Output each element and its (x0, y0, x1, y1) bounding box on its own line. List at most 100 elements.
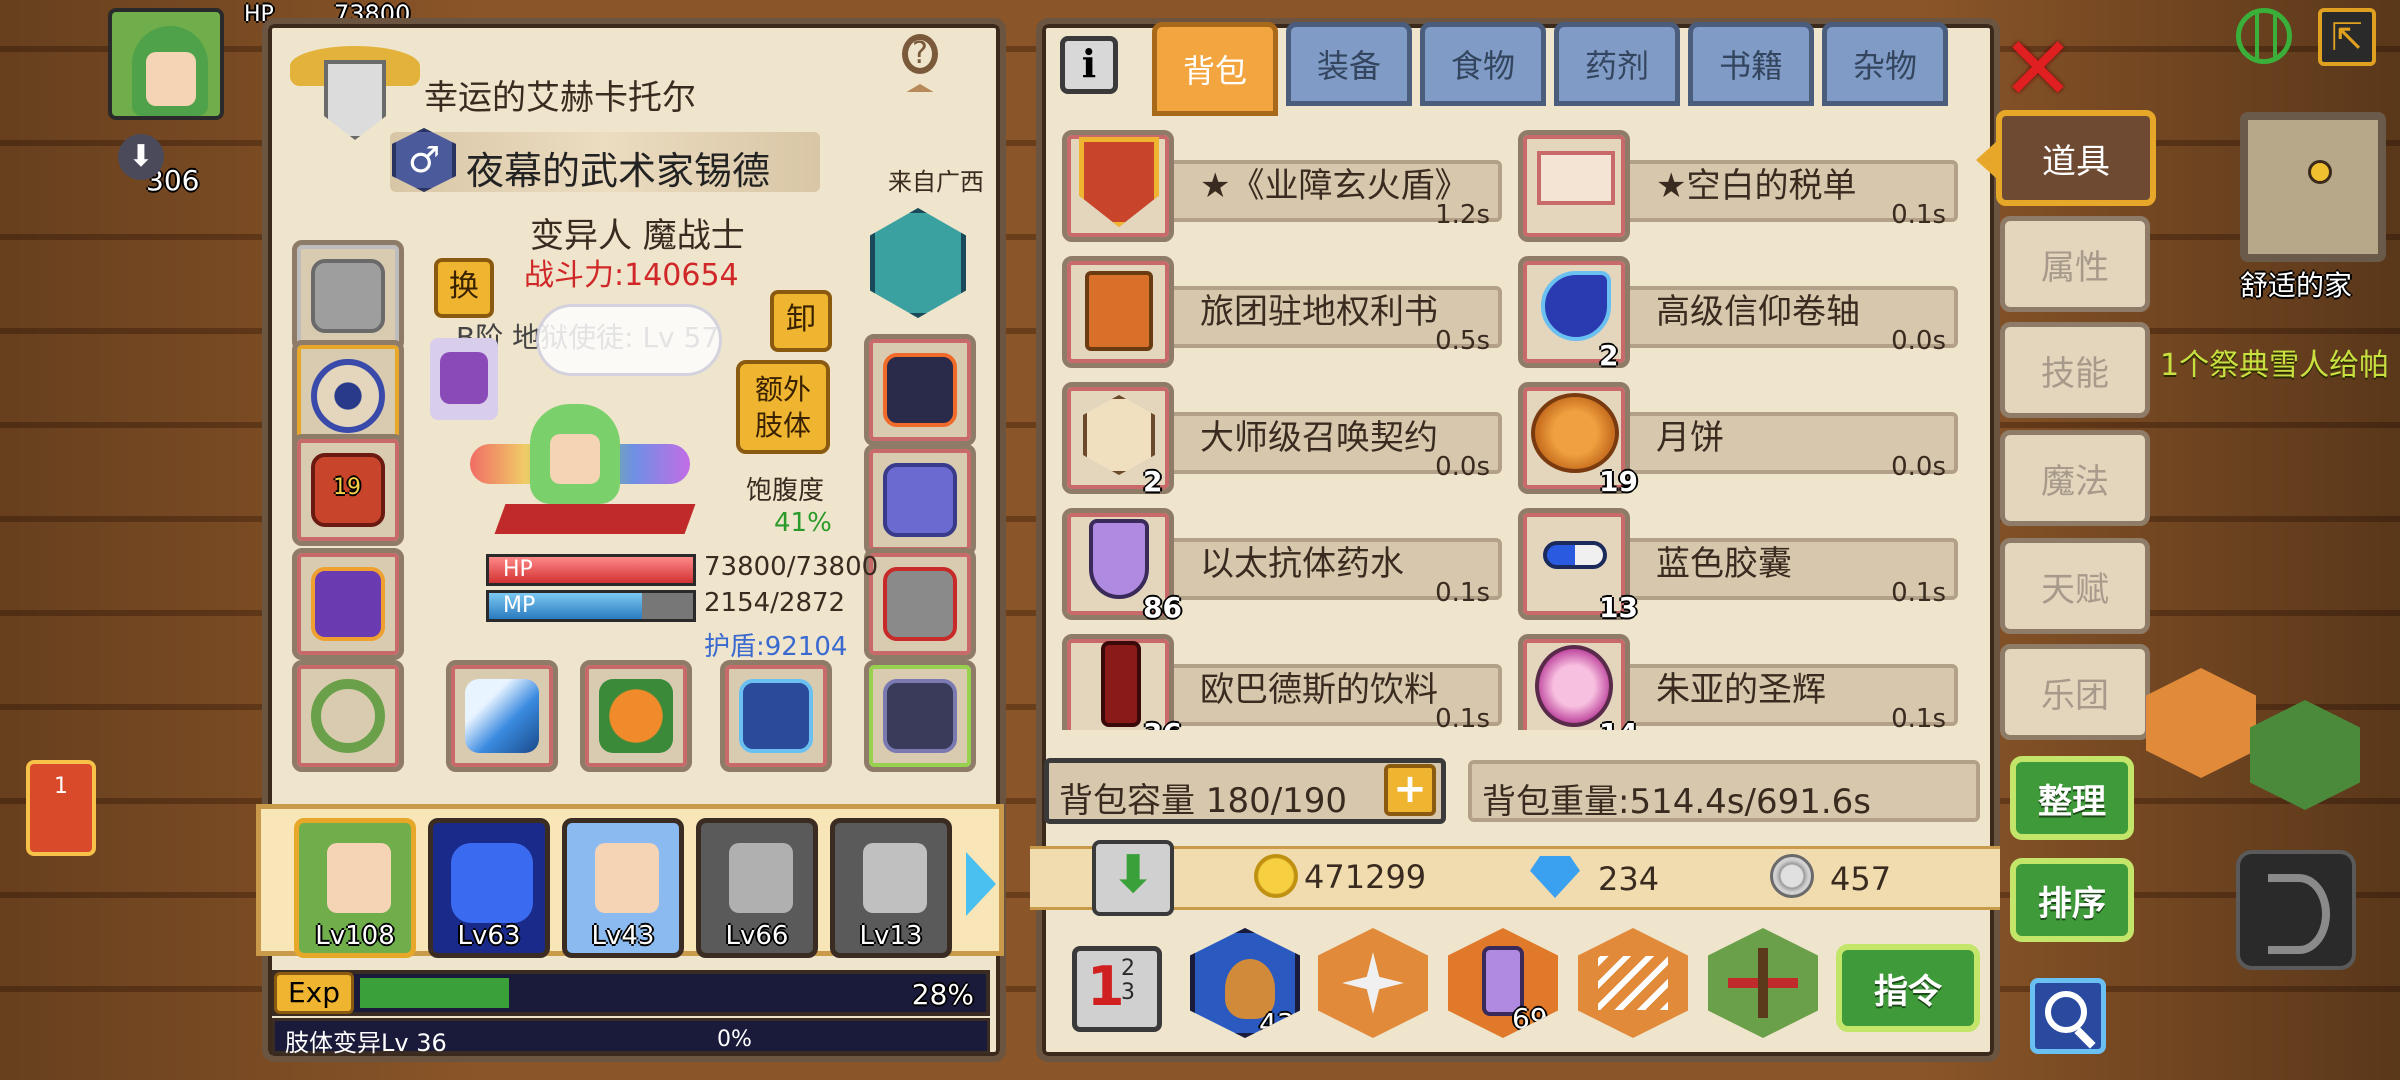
mooncake-icon (1531, 393, 1619, 473)
exp-bar-fill (360, 978, 509, 1008)
item-name: 朱亚的圣辉 (1656, 670, 1826, 710)
tab-equipment[interactable]: 装备 (1286, 22, 1412, 106)
list-item[interactable]: 2 高级信仰卷轴 0.0s (1518, 256, 1958, 372)
item-weight: 0.1s (1891, 578, 1946, 608)
item-weight: 0.0s (1891, 326, 1946, 356)
party-member-2-level: Lv63 (457, 921, 521, 951)
bow-icon (2268, 874, 2330, 954)
tab-misc[interactable]: 杂物 (1822, 22, 1948, 106)
wardrobe-hanger-icon[interactable]: ? (852, 34, 988, 130)
list-item[interactable]: 14 朱亚的圣辉 0.1s (1518, 634, 1958, 730)
list-item[interactable]: 旅团驻地权利书 0.5s (1062, 256, 1502, 368)
book-icon (1085, 271, 1153, 351)
bow-slot[interactable] (2236, 850, 2356, 970)
tab-books-label: 书籍 (1718, 47, 1783, 85)
extra-limb-button[interactable]: 额外 肢体 (736, 360, 830, 454)
side-tab-talent[interactable]: 天赋 (2000, 538, 2150, 634)
download-icon[interactable]: ⬇ (1092, 840, 1174, 916)
party-member-1[interactable]: Lv108 (294, 818, 416, 958)
hp-bar: HP (486, 554, 696, 586)
sort-button[interactable]: 排序 (2010, 858, 2134, 942)
equip-slot-offhand[interactable] (580, 660, 692, 772)
side-tab-band-label: 乐团 (2041, 675, 2109, 716)
tab-backpack[interactable]: 背包 (1152, 22, 1278, 116)
tab-food[interactable]: 食物 (1420, 22, 1546, 106)
party-next-arrow-icon[interactable] (966, 852, 996, 916)
info-button[interactable]: i (1060, 36, 1118, 94)
equip-slot-helmet[interactable] (292, 240, 404, 352)
party-member-5[interactable]: Lv13 (830, 818, 952, 958)
list-item[interactable]: ★《业障玄火盾》 1.2s (1062, 130, 1502, 242)
equip-slot-pet[interactable] (864, 660, 976, 772)
quest-badge[interactable]: 1 (26, 760, 96, 856)
exit-icon[interactable]: ⇱ (2318, 8, 2376, 66)
item-name: 蓝色胶囊 (1656, 544, 1792, 584)
hp-bar-label: HP (503, 557, 533, 582)
event-notice: 1个祭典雪人给帕 (2160, 348, 2390, 383)
slot-selector-button[interactable]: 1 2 3 (1072, 946, 1162, 1032)
exp-percent: 28% (911, 978, 974, 1011)
side-tab-magic[interactable]: 魔法 (2000, 430, 2150, 526)
side-tab-band[interactable]: 乐团 (2000, 644, 2150, 740)
command-button-label: 指令 (1874, 971, 1942, 1012)
equip-slot-backpack[interactable]: 19 (292, 434, 404, 546)
arrow-volley-icon (1598, 956, 1668, 1010)
combat-power: 战斗力:140654 (524, 258, 739, 293)
organize-button-label: 整理 (2038, 781, 2106, 822)
character-name: 夜幕的武术家锡德 (466, 149, 771, 193)
equip-slot-ring[interactable] (292, 660, 404, 772)
side-tab-skills-label: 技能 (2041, 353, 2109, 394)
list-item[interactable]: 19 月饼 0.0s (1518, 382, 1958, 498)
tab-books[interactable]: 书籍 (1688, 22, 1814, 106)
guild-emblem-icon (290, 36, 420, 140)
item-name: ★空白的税单 (1656, 166, 1857, 206)
quest-badge-label: 1 (54, 774, 68, 799)
party-member-4[interactable]: Lv66 (696, 818, 818, 958)
network-globe-icon[interactable] (2236, 8, 2292, 64)
capsule-icon (1543, 541, 1607, 569)
organize-button[interactable]: 整理 (2010, 756, 2134, 840)
list-item[interactable]: 86 以太抗体药水 0.1s (1062, 508, 1502, 624)
player-portrait[interactable]: 108 (108, 8, 224, 120)
close-icon[interactable]: ✕ (1998, 25, 2078, 113)
tab-potion[interactable]: 药剂 (1554, 22, 1680, 106)
tab-potion-label: 药剂 (1584, 47, 1649, 85)
item-name: 大师级召唤契约 (1200, 418, 1438, 458)
search-button[interactable] (2030, 978, 2106, 1054)
item-name: 以太抗体药水 (1200, 544, 1404, 584)
swap-button[interactable]: 换 (434, 258, 494, 318)
equip-slot-device[interactable] (864, 444, 976, 556)
list-item[interactable]: 2 大师级召唤契约 0.0s (1062, 382, 1502, 498)
diamond-amount: 234 (1598, 860, 1660, 898)
capacity-label: 背包容量 180/190 (1059, 781, 1348, 821)
command-button[interactable]: 指令 (1836, 944, 1980, 1032)
origin-label: 来自广西 (888, 168, 984, 196)
side-tab-items[interactable]: 道具 (1996, 110, 2156, 206)
minimap[interactable] (2240, 112, 2386, 262)
side-tab-attributes[interactable]: 属性 (2000, 216, 2150, 312)
shield-icon (1079, 137, 1159, 227)
side-tab-items-pointer (1976, 142, 1996, 178)
item-weight: 0.0s (1435, 452, 1490, 482)
unequip-button[interactable]: 卸 (770, 290, 832, 352)
party-member-2[interactable]: Lv63 (428, 818, 550, 958)
list-item[interactable]: ★空白的税单 0.1s (1518, 130, 1958, 242)
item-list: ★《业障玄火盾》 1.2s 旅团驻地权利书 0.5s 2 大师级召唤契约 0.0s 8… (1062, 120, 1968, 730)
list-item[interactable]: 13 蓝色胶囊 0.1s (1518, 508, 1958, 624)
equip-slot-weapon[interactable] (446, 660, 558, 772)
side-tab-skills[interactable]: 技能 (2000, 322, 2150, 418)
item-weight: 0.0s (1891, 452, 1946, 482)
character-sprite (470, 394, 700, 544)
item-weight: 0.5s (1435, 326, 1490, 356)
equip-slot-accessory[interactable] (720, 660, 832, 772)
party-member-3[interactable]: Lv43 (562, 818, 684, 958)
extra-limb-button-label: 额外 肢体 (754, 373, 811, 442)
item-weight: 0.1s (1435, 578, 1490, 608)
equip-slot-armor[interactable] (292, 548, 404, 660)
equip-slot-gloves[interactable] (864, 334, 976, 446)
equip-slot-boots[interactable] (864, 548, 976, 660)
equip-slot-backpack-level: 19 (333, 475, 361, 500)
potion-flask-icon (1089, 519, 1149, 599)
expand-capacity-button[interactable]: + (1384, 764, 1436, 816)
list-item[interactable]: 36 欧巴德斯的饮料0.1s (1062, 634, 1502, 730)
